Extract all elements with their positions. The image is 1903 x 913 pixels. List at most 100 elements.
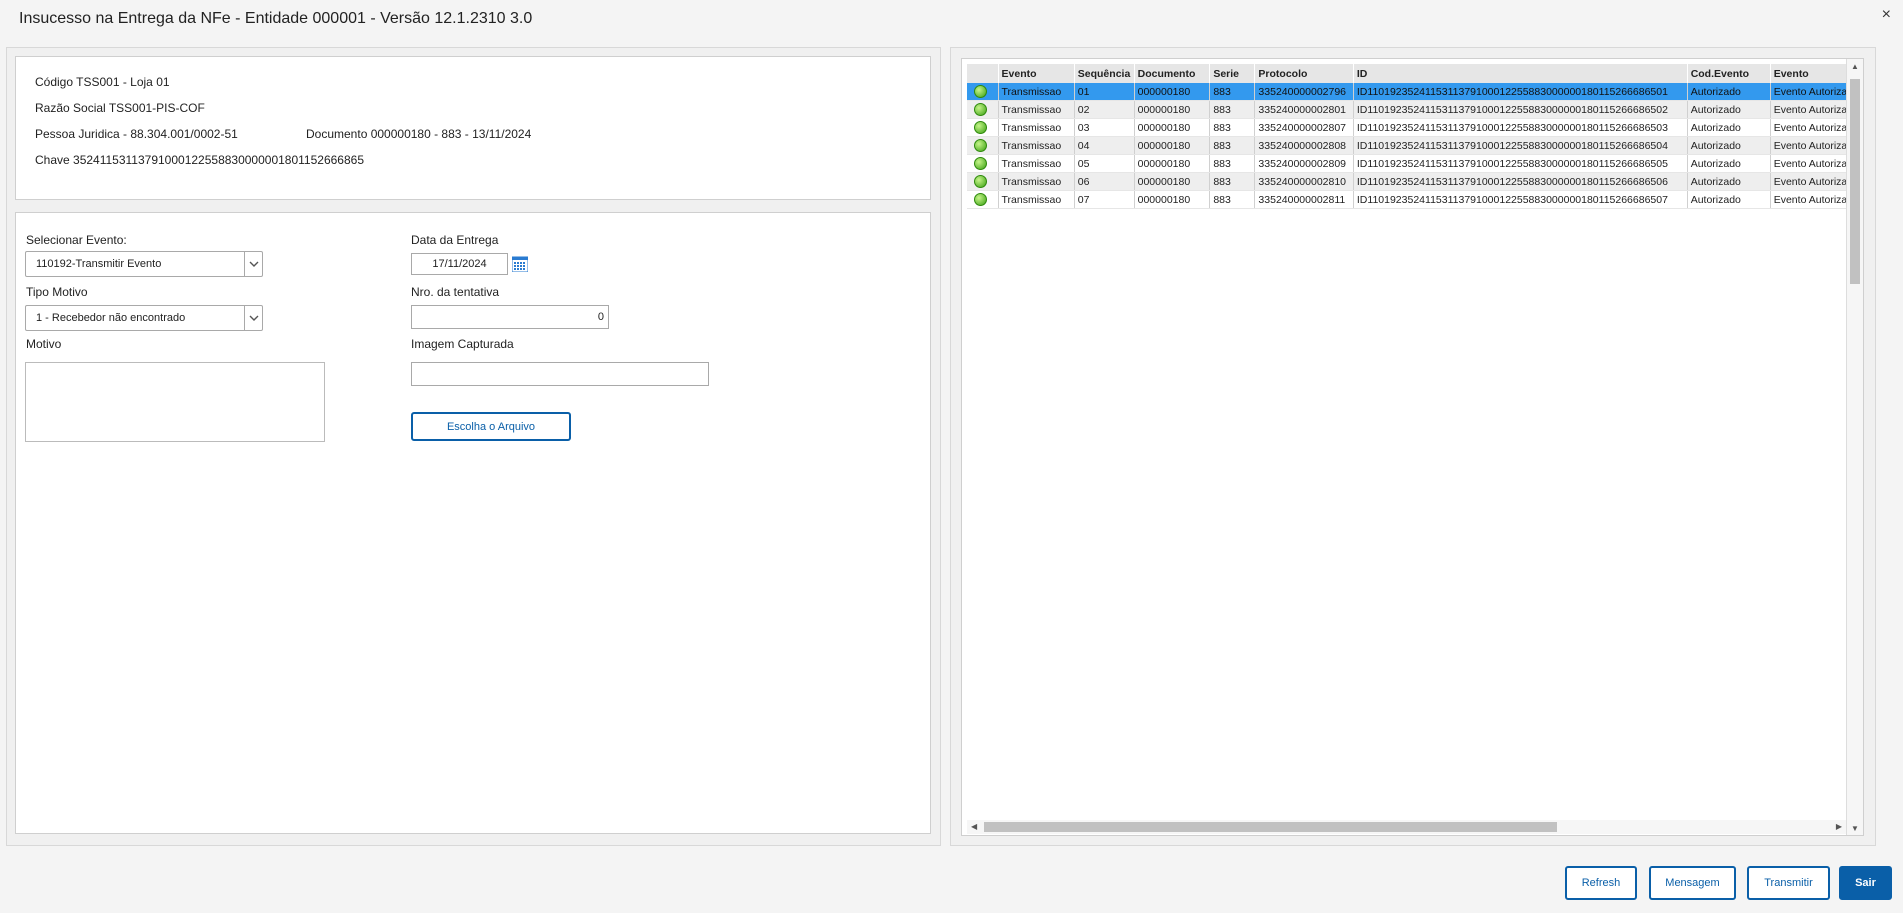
events-grid: Evento Sequência Documento Serie Protoco… [961, 58, 1864, 836]
imagem-capturada-input[interactable] [411, 362, 709, 386]
protocolo-cell: 335240000002807 [1254, 118, 1354, 137]
refresh-button[interactable]: Refresh [1565, 866, 1637, 900]
events-table: Evento Sequência Documento Serie Protoco… [967, 64, 1863, 209]
protocolo-cell: 335240000002809 [1254, 154, 1354, 173]
sequencia-cell: 04 [1074, 136, 1135, 155]
calendar-icon[interactable] [511, 256, 529, 273]
evento-cell: Transmissao [998, 154, 1075, 173]
documento-cell: 000000180 [1134, 136, 1211, 155]
title-bar: Insucesso na Entrega da NFe - Entidade 0… [0, 0, 1903, 42]
cod-evento-cell: Autorizado [1687, 172, 1771, 191]
evento-cell: Transmissao [998, 190, 1075, 209]
scroll-down-icon[interactable]: ▼ [1851, 824, 1859, 833]
sequencia-cell: 06 [1074, 172, 1135, 191]
table-row[interactable]: Transmissao 03 000000180 883 335240000002807… [967, 118, 1863, 137]
sair-button[interactable]: Sair [1839, 866, 1892, 900]
protocolo-cell: 335240000002796 [1254, 83, 1354, 101]
id-cell: ID11019235241153113791000122558830000001… [1353, 83, 1688, 101]
evento-cell: Transmissao [998, 118, 1075, 137]
id-cell: ID11019235241153113791000122558830000001… [1353, 100, 1688, 119]
documento-cell: 000000180 [1134, 118, 1211, 137]
serie-cell: 883 [1209, 172, 1256, 191]
documento-cell: 000000180 [1134, 154, 1211, 173]
column-header-status[interactable] [967, 64, 999, 83]
serie-cell: 883 [1209, 118, 1256, 137]
protocolo-cell: 335240000002808 [1254, 136, 1354, 155]
tipo-motivo-label: Tipo Motivo [26, 285, 88, 299]
id-cell: ID11019235241153113791000122558830000001… [1353, 190, 1688, 209]
nro-tentativa-input[interactable]: 0 [411, 305, 609, 329]
status-cell [967, 100, 999, 119]
column-header-cod-evento[interactable]: Cod.Evento [1687, 64, 1771, 83]
protocolo-cell: 335240000002801 [1254, 100, 1354, 119]
id-cell: ID11019235241153113791000122558830000001… [1353, 172, 1688, 191]
motivo-textarea[interactable] [25, 362, 325, 442]
sequencia-cell: 05 [1074, 154, 1135, 173]
horizontal-scroll-thumb[interactable] [984, 822, 1557, 832]
status-cell [967, 154, 999, 173]
column-header-evento[interactable]: Evento [998, 64, 1075, 83]
left-panel: Código TSS001 - Loja 01 Razão Social TSS… [6, 47, 941, 846]
evento-cell: Transmissao [998, 100, 1075, 119]
column-header-documento[interactable]: Documento [1134, 64, 1211, 83]
scroll-right-icon[interactable]: ▶ [1836, 822, 1842, 831]
evento-cell: Transmissao [998, 136, 1075, 155]
imagem-capturada-label: Imagem Capturada [411, 337, 514, 351]
nro-tentativa-label: Nro. da tentativa [411, 285, 500, 299]
column-header-sequencia[interactable]: Sequência [1074, 64, 1135, 83]
escolha-arquivo-button[interactable]: Escolha o Arquivo [411, 412, 571, 441]
selecionar-evento-select[interactable]: 110192-Transmitir Evento [25, 251, 263, 277]
info-box: Código TSS001 - Loja 01 Razão Social TSS… [15, 56, 931, 200]
documento-cell: 000000180 [1134, 190, 1211, 209]
cod-evento-cell: Autorizado [1687, 136, 1771, 155]
documento-cell: 000000180 [1134, 100, 1211, 119]
green-status-icon [974, 121, 987, 134]
serie-cell: 883 [1209, 100, 1256, 119]
green-status-icon [974, 157, 987, 170]
cod-evento-cell: Autorizado [1687, 100, 1771, 119]
cod-evento-cell: Autorizado [1687, 118, 1771, 137]
serie-cell: 883 [1209, 83, 1256, 101]
serie-cell: 883 [1209, 136, 1256, 155]
close-icon[interactable]: × [1882, 6, 1891, 24]
serie-cell: 883 [1209, 154, 1256, 173]
data-entrega-input[interactable]: 17/11/2024 [411, 253, 508, 275]
vertical-scroll-thumb[interactable] [1850, 79, 1860, 284]
scroll-left-icon[interactable]: ◀ [971, 822, 977, 831]
status-cell [967, 83, 999, 101]
table-row[interactable]: Transmissao 01 000000180 883 335240000002796… [967, 83, 1863, 101]
vertical-scrollbar[interactable]: ▲ ▼ [1846, 59, 1863, 835]
green-status-icon [974, 175, 987, 188]
table-header: Evento Sequência Documento Serie Protoco… [967, 64, 1863, 83]
cod-evento-cell: Autorizado [1687, 190, 1771, 209]
protocolo-cell: 335240000002811 [1254, 190, 1354, 209]
status-cell [967, 190, 999, 209]
status-cell [967, 118, 999, 137]
documento-text: Documento 000000180 - 883 - 13/11/2024 [306, 127, 532, 141]
chevron-down-icon[interactable] [244, 252, 262, 276]
horizontal-scrollbar[interactable]: ◀ ▶ [967, 820, 1846, 834]
table-row[interactable]: Transmissao 05 000000180 883 335240000002809… [967, 154, 1863, 173]
transmitir-button[interactable]: Transmitir [1747, 866, 1830, 900]
scroll-up-icon[interactable]: ▲ [1851, 62, 1859, 71]
tipo-motivo-select[interactable]: 1 - Recebedor não encontrado [25, 305, 263, 331]
selecionar-evento-label: Selecionar Evento: [26, 233, 127, 247]
razao-social-text: Razão Social TSS001-PIS-COF [35, 101, 205, 115]
evento-cell: Transmissao [998, 83, 1075, 101]
column-header-serie[interactable]: Serie [1209, 64, 1256, 83]
codigo-text: Código TSS001 - Loja 01 [35, 75, 170, 89]
chevron-down-icon[interactable] [244, 306, 262, 330]
mensagem-button[interactable]: Mensagem [1649, 866, 1736, 900]
table-row[interactable]: Transmissao 02 000000180 883 335240000002801… [967, 100, 1863, 119]
sequencia-cell: 01 [1074, 83, 1135, 101]
table-row[interactable]: Transmissao 07 000000180 883 335240000002811… [967, 190, 1863, 209]
right-panel: Evento Sequência Documento Serie Protoco… [950, 47, 1876, 846]
column-header-protocolo[interactable]: Protocolo [1254, 64, 1354, 83]
form-box: Selecionar Evento: 110192-Transmitir Eve… [15, 212, 931, 834]
sequencia-cell: 07 [1074, 190, 1135, 209]
table-row[interactable]: Transmissao 04 000000180 883 335240000002808… [967, 136, 1863, 155]
column-header-id[interactable]: ID [1353, 64, 1688, 83]
cod-evento-cell: Autorizado [1687, 83, 1771, 101]
id-cell: ID11019235241153113791000122558830000001… [1353, 154, 1688, 173]
table-row[interactable]: Transmissao 06 000000180 883 335240000002810… [967, 172, 1863, 191]
